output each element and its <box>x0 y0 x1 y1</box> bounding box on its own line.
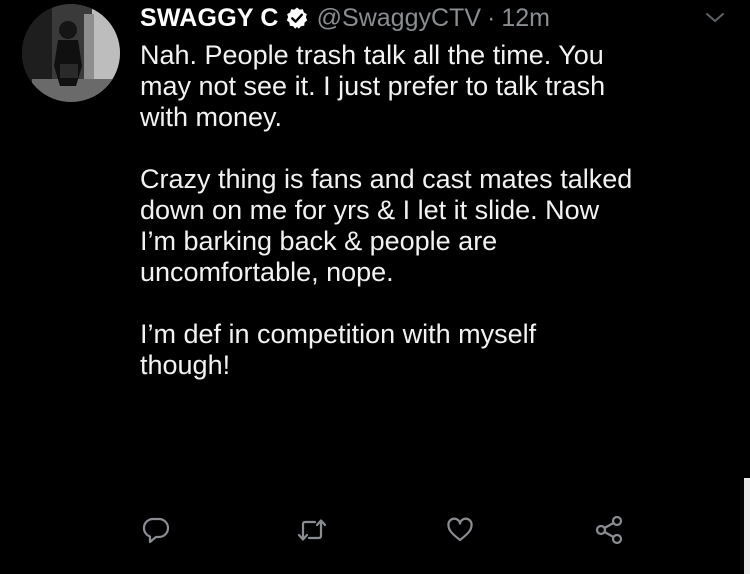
like-button[interactable] <box>440 512 480 552</box>
text-line: down on me for yrs & I let it slide. Now <box>140 195 600 225</box>
scroll-edge <box>744 478 750 574</box>
user-handle[interactable]: @SwaggyCTV <box>317 4 481 33</box>
text-line: I’m barking back & people are <box>140 226 498 256</box>
display-name[interactable]: SWAGGY C <box>140 4 279 33</box>
separator-dot: · <box>487 3 496 32</box>
tweet-paragraph: Nah. People trash talk all the time. You… <box>140 40 740 133</box>
share-icon <box>593 514 625 551</box>
chevron-down-icon[interactable] <box>703 10 727 26</box>
tweet: SWAGGY C @SwaggyCTV · 12m Nah. People tr… <box>0 0 750 574</box>
retweet-icon <box>296 515 328 550</box>
tweet-text: Nah. People trash talk all the time. You… <box>140 40 740 381</box>
tweet-paragraph: I’m def in competition with myself thoug… <box>140 319 740 381</box>
text-line: I’m def in competition with myself <box>140 319 537 349</box>
text-line: Crazy thing is fans and cast mates talke… <box>140 164 633 194</box>
tweet-paragraph: Crazy thing is fans and cast mates talke… <box>140 164 740 288</box>
verified-badge-icon <box>285 6 309 30</box>
text-line: Nah. People trash talk all the time. You <box>140 40 604 70</box>
heart-icon <box>445 515 475 550</box>
text-line: with money. <box>140 102 283 132</box>
avatar[interactable] <box>22 4 120 102</box>
text-line: though! <box>140 350 231 380</box>
reply-button[interactable] <box>136 512 176 552</box>
timestamp[interactable]: 12m <box>501 4 550 33</box>
retweet-button[interactable] <box>292 512 332 552</box>
tweet-actions <box>0 512 750 552</box>
text-line: may not see it. I just prefer to talk tr… <box>140 71 606 101</box>
tweet-header: SWAGGY C @SwaggyCTV · 12m <box>140 0 550 36</box>
avatar-photo <box>22 4 120 102</box>
text-line: uncomfortable, nope. <box>140 257 394 287</box>
share-button[interactable] <box>589 512 629 552</box>
reply-icon <box>141 515 171 550</box>
